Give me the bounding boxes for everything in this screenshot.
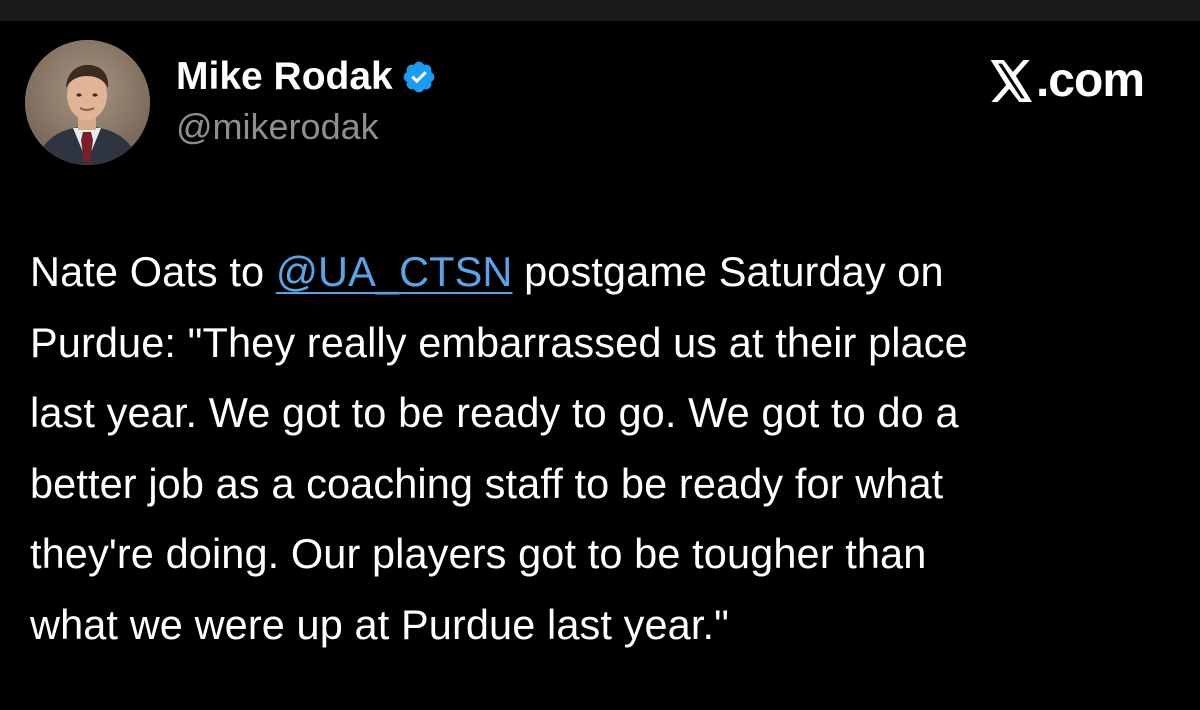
tweet-line: better job as a coaching staff to be rea…	[30, 459, 944, 507]
tweet-line: what we were up at Purdue last year."	[30, 600, 729, 648]
tweet-line: they're doing. Our players got to be tou…	[30, 530, 927, 577]
x-logo-icon	[990, 60, 1034, 102]
tweet-line: Nate Oats to @UA_CTSN postgame Saturday …	[30, 237, 1160, 308]
avatar-portrait-icon	[25, 40, 150, 165]
verified-badge-icon	[401, 59, 437, 95]
tweet-line: last year. We got to be ready to go. We …	[30, 389, 959, 436]
author-block: Mike Rodak @mikerodak	[176, 55, 437, 151]
tweet-text-segment: postgame Saturday on	[512, 248, 944, 295]
tweet-text-segment: Nate Oats to	[30, 248, 276, 295]
tweet-line: Purdue: "They really embarrassed us at t…	[30, 318, 968, 366]
mention-link[interactable]: @UA_CTSN	[276, 248, 513, 295]
top-edge-strip	[0, 0, 1200, 21]
brand-mark: .com	[990, 54, 1145, 108]
name-row: Mike Rodak	[176, 55, 437, 99]
tweet-body: Nate Oats to @UA_CTSN postgame Saturday …	[30, 237, 1160, 660]
avatar[interactable]	[25, 40, 150, 165]
author-display-name[interactable]: Mike Rodak	[176, 55, 393, 99]
brand-domain-text: .com	[1035, 54, 1145, 107]
author-handle[interactable]: @mikerodak	[176, 103, 437, 151]
tweet-header: Mike Rodak @mikerodak	[25, 40, 437, 165]
tweet-screenshot: Mike Rodak @mikerodak .com Nate Oats to …	[0, 0, 1200, 710]
